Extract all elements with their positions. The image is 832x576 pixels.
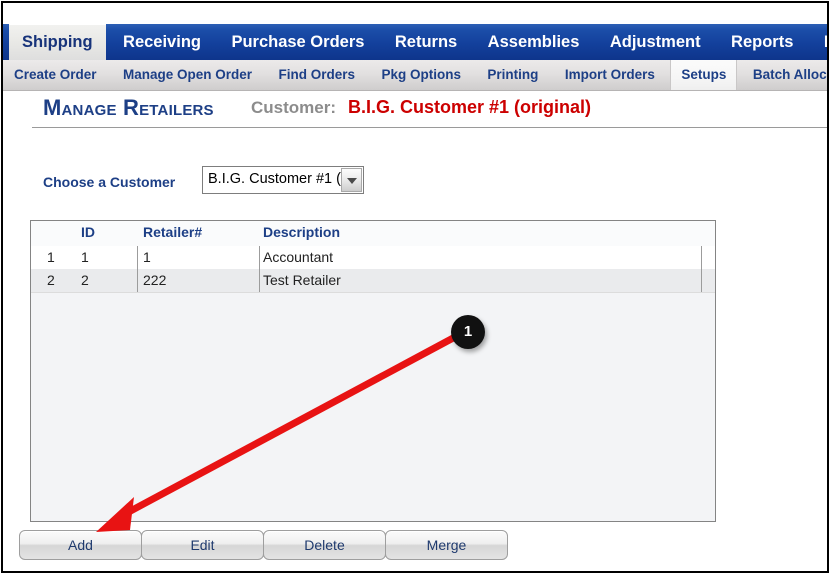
cell-id: 2 xyxy=(81,272,89,288)
add-button[interactable]: Add xyxy=(19,530,142,560)
table-row[interactable]: 1 1 1 Accountant xyxy=(31,246,715,270)
delete-button[interactable]: Delete xyxy=(263,530,386,560)
cell-retailer-number: 222 xyxy=(143,272,167,288)
submenu-item-find-orders[interactable]: Find Orders xyxy=(267,60,366,90)
submenu-item-batch-allocation[interactable]: Batch Allocati xyxy=(742,60,827,90)
customer-select-value: B.I.G. Customer #1 (ori xyxy=(208,171,341,187)
submenu-item-printing[interactable]: Printing xyxy=(476,60,549,90)
table-row[interactable]: 2 2 222 Test Retailer xyxy=(31,269,715,293)
menu-item-assemblies[interactable]: Assemblies xyxy=(475,24,593,60)
column-divider xyxy=(701,246,702,292)
cell-row-number: 1 xyxy=(47,249,55,265)
edit-button[interactable]: Edit xyxy=(141,530,264,560)
cell-row-number: 2 xyxy=(47,272,55,288)
page-header: Manage Retailers Customer: B.I.G. Custom… xyxy=(3,95,827,127)
menu-item-documents[interactable]: Docu xyxy=(811,24,827,60)
submenu-item-pkg-options[interactable]: Pkg Options xyxy=(370,60,472,90)
menu-item-shipping[interactable]: Shipping xyxy=(9,24,106,60)
customer-label: Customer: xyxy=(251,98,337,117)
cell-description: Test Retailer xyxy=(263,272,341,288)
grid-header-retailer-number[interactable]: Retailer# xyxy=(143,224,202,240)
sub-menu-bar: Create Order Manage Open Order Find Orde… xyxy=(3,60,827,91)
customer-name: B.I.G. Customer #1 (original) xyxy=(348,97,592,117)
page-title: Manage Retailers xyxy=(43,95,214,120)
submenu-item-create-order[interactable]: Create Order xyxy=(3,60,108,90)
chevron-down-icon[interactable] xyxy=(341,168,362,192)
cell-description: Accountant xyxy=(263,249,334,265)
submenu-item-import-orders[interactable]: Import Orders xyxy=(554,60,666,90)
cell-id: 1 xyxy=(81,249,89,265)
grid-header-description[interactable]: Description xyxy=(263,224,340,240)
retailers-grid[interactable]: ID Retailer# Description 1 1 1 Accountan… xyxy=(30,220,716,522)
cell-retailer-number: 1 xyxy=(143,249,151,265)
grid-header-id[interactable]: ID xyxy=(81,224,95,240)
title-divider xyxy=(32,127,827,128)
column-divider xyxy=(137,246,138,292)
grid-header-row: ID Retailer# Description xyxy=(31,221,715,247)
menu-item-receiving[interactable]: Receiving xyxy=(110,24,214,60)
menu-item-purchase-orders[interactable]: Purchase Orders xyxy=(218,24,377,60)
main-menu-bar: Shipping Receiving Purchase Orders Retur… xyxy=(3,24,827,60)
customer-select[interactable]: B.I.G. Customer #1 (ori xyxy=(202,166,364,194)
menu-item-returns[interactable]: Returns xyxy=(382,24,470,60)
submenu-item-setups[interactable]: Setups xyxy=(670,60,738,90)
application-window: Shipping Receiving Purchase Orders Retur… xyxy=(1,1,829,573)
menu-item-adjustment[interactable]: Adjustment xyxy=(597,24,714,60)
choose-customer-label: Choose a Customer xyxy=(43,174,176,190)
column-divider xyxy=(259,246,260,292)
menu-item-reports[interactable]: Reports xyxy=(718,24,806,60)
merge-button[interactable]: Merge xyxy=(385,530,508,560)
annotation-badge-1: 1 xyxy=(451,315,485,349)
submenu-item-manage-open-order[interactable]: Manage Open Order xyxy=(112,60,263,90)
